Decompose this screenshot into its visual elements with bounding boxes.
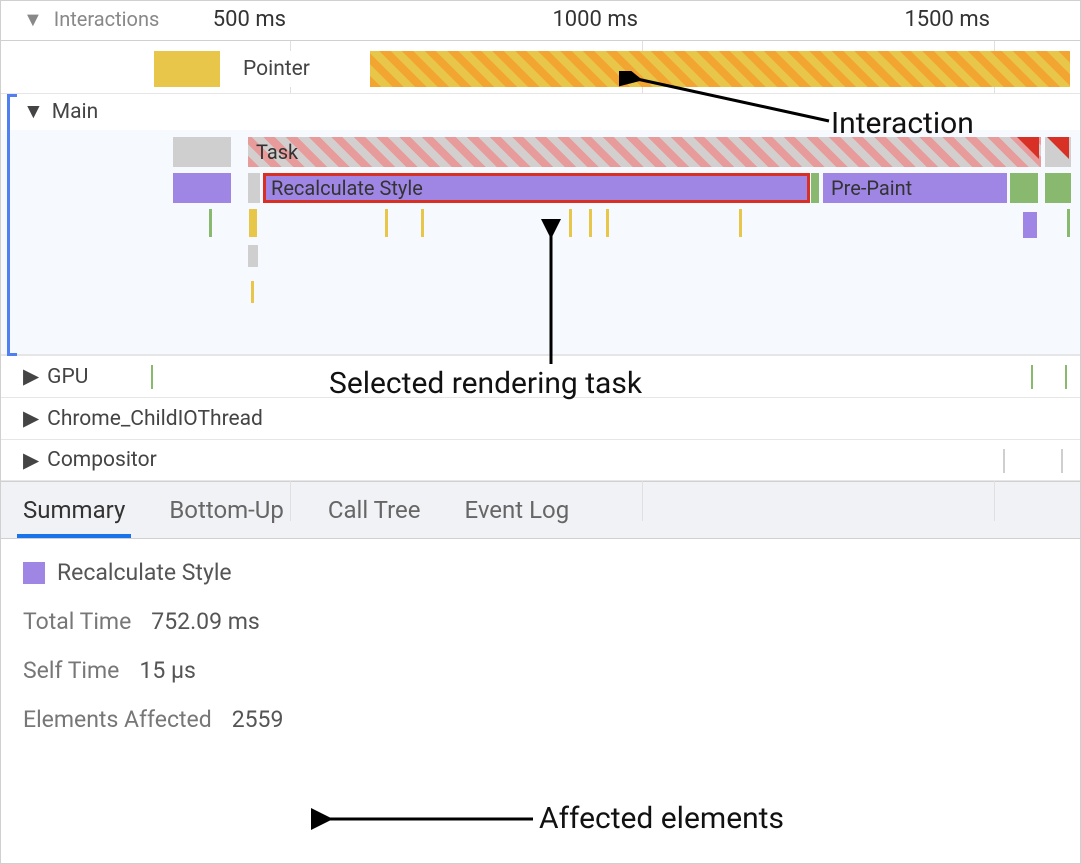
- pre-paint-block[interactable]: Pre-Paint: [823, 173, 1007, 203]
- flame-block[interactable]: [248, 173, 260, 203]
- total-time-value: 752.09 ms: [151, 608, 259, 635]
- flame-thin[interactable]: [251, 281, 254, 303]
- flame-block[interactable]: [811, 173, 819, 203]
- flame-thin[interactable]: [1023, 212, 1037, 238]
- interactions-section-toggle[interactable]: ▼ Interactions: [23, 7, 159, 32]
- chevron-right-icon: ▶: [23, 448, 39, 473]
- flame-thin[interactable]: [569, 209, 572, 237]
- childio-track-toggle[interactable]: ▶ Chrome_ChildIOThread: [1, 397, 1080, 439]
- flame-thin[interactable]: [1067, 209, 1070, 237]
- summary-panel: Recalculate Style Total Time 752.09 ms S…: [1, 539, 1080, 775]
- color-swatch: [23, 562, 45, 584]
- self-time-value: 15 µs: [139, 657, 195, 684]
- compositor-tick: [1061, 449, 1063, 473]
- warning-icon: [1047, 137, 1069, 159]
- chevron-right-icon: ▶: [23, 364, 39, 389]
- main-thread-track[interactable]: ▼ Main Task Recalculate Style Pre-Paint: [1, 93, 1080, 355]
- self-time-label: Self Time: [23, 657, 119, 684]
- interaction-pointer-label[interactable]: Pointer: [233, 51, 370, 87]
- flame-thin[interactable]: [209, 209, 212, 237]
- tab-summary[interactable]: Summary: [23, 496, 125, 524]
- interactions-section-label: Interactions: [54, 7, 160, 31]
- tab-call-tree[interactable]: Call Tree: [328, 496, 421, 524]
- interaction-latency-bar[interactable]: [370, 51, 1070, 87]
- warning-icon: [1017, 137, 1039, 159]
- interaction-block[interactable]: [154, 51, 220, 87]
- compositor-track-toggle[interactable]: ▶ Compositor: [1, 439, 1080, 481]
- flame-block[interactable]: [1045, 173, 1071, 203]
- flame-block[interactable]: [173, 137, 231, 167]
- interactions-track[interactable]: Pointer: [1, 41, 1080, 93]
- elements-affected-label: Elements Affected: [23, 706, 212, 733]
- chevron-down-icon: ▼: [23, 7, 43, 32]
- annotation-affected-elements: Affected elements: [539, 801, 784, 836]
- gpu-tick: [1065, 365, 1067, 389]
- compositor-tick: [1003, 449, 1005, 473]
- gpu-tick: [1031, 365, 1033, 389]
- flame-task-block[interactable]: Task: [248, 137, 1041, 167]
- flame-thin[interactable]: [589, 209, 592, 237]
- flame-thin[interactable]: [385, 209, 388, 237]
- details-tabs: Summary Bottom-Up Call Tree Event Log: [1, 481, 1080, 539]
- summary-title: Recalculate Style: [57, 559, 232, 586]
- ruler-tick: 1000 ms: [552, 7, 638, 32]
- flame-thin[interactable]: [248, 245, 258, 267]
- flame-thin[interactable]: [606, 209, 609, 237]
- ruler-tick: 1500 ms: [904, 7, 990, 32]
- chevron-right-icon: ▶: [23, 406, 39, 431]
- flame-thin[interactable]: [249, 209, 257, 237]
- gpu-track-toggle[interactable]: ▶ GPU: [1, 355, 1080, 397]
- flame-block[interactable]: [1010, 173, 1038, 203]
- elements-affected-value: 2559: [232, 706, 284, 733]
- time-ruler: ▼ Interactions 500 ms 1000 ms 1500 ms: [1, 1, 1080, 41]
- recalculate-style-block[interactable]: Recalculate Style: [263, 173, 810, 203]
- flame-thin[interactable]: [739, 209, 742, 237]
- flame-block[interactable]: [173, 173, 231, 203]
- flame-thin[interactable]: [421, 209, 424, 237]
- chevron-down-icon: ▼: [23, 100, 44, 124]
- main-track-toggle[interactable]: ▼ Main: [1, 94, 1080, 130]
- tab-event-log[interactable]: Event Log: [464, 496, 569, 524]
- gpu-tick: [151, 365, 153, 389]
- tab-bottom-up[interactable]: Bottom-Up: [169, 496, 284, 524]
- selection-bracket: [7, 94, 17, 356]
- total-time-label: Total Time: [23, 608, 131, 635]
- ruler-tick: 500 ms: [213, 7, 286, 32]
